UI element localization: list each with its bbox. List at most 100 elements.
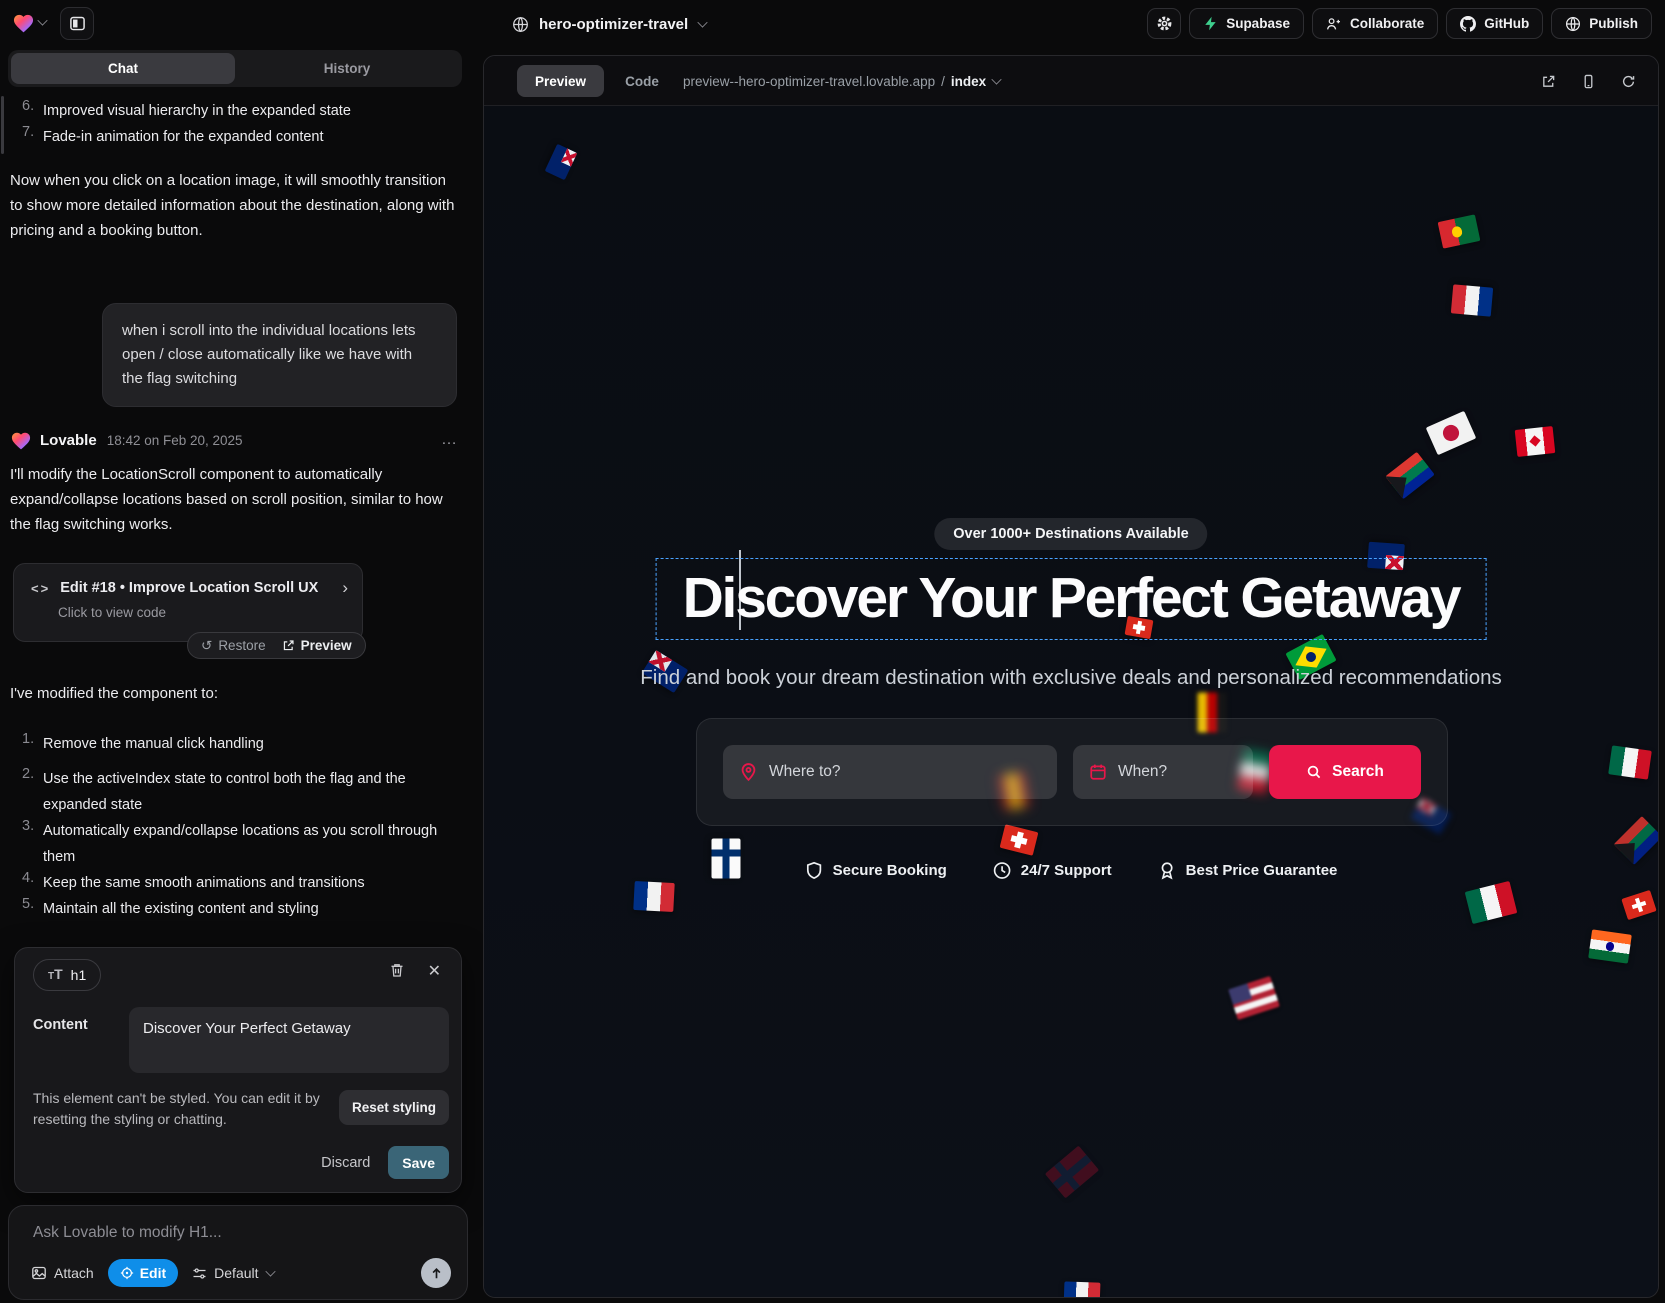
step-item: 4. Keep the same smooth animations and t… [22, 870, 454, 896]
delete-element-button[interactable] [389, 962, 405, 978]
tab-preview[interactable]: Preview [517, 65, 604, 97]
chevron-down-icon [698, 17, 708, 27]
chevron-down-icon [992, 74, 1002, 84]
flag-mexico-c [1608, 745, 1652, 779]
tab-history[interactable]: History [235, 53, 459, 84]
flag-france-b [633, 881, 674, 912]
flag-finland [712, 839, 741, 879]
open-in-new-tab-button[interactable] [1541, 74, 1556, 89]
flag-canada [1515, 426, 1556, 457]
mode-select[interactable]: Default [192, 1265, 274, 1281]
chat-scrollbar-thumb[interactable] [1, 96, 4, 154]
when-field[interactable] [1073, 745, 1253, 799]
search-card: Search [696, 718, 1448, 826]
target-icon [120, 1266, 134, 1280]
globe-icon [512, 16, 529, 33]
tab-chat[interactable]: Chat [11, 53, 235, 84]
restore-icon: ↺ [201, 638, 212, 654]
lovable-heart-icon [12, 12, 35, 33]
flag-mexico-b [1465, 881, 1518, 924]
chevron-down-icon [37, 15, 47, 25]
features-row: Secure Booking 24/7 Support [805, 861, 1338, 880]
settings-button[interactable] [1147, 8, 1181, 39]
supabase-bolt-icon [1203, 16, 1218, 31]
where-field[interactable] [723, 745, 1057, 799]
restore-button[interactable]: ↺ Restore [201, 638, 266, 654]
list-item: 7. Fade-in animation for the expanded co… [22, 124, 454, 150]
lovable-menu-button[interactable] [12, 12, 47, 33]
github-button[interactable]: GitHub [1446, 8, 1543, 39]
edit-mode-button[interactable]: Edit [108, 1259, 178, 1287]
collaborate-button[interactable]: Collaborate [1312, 8, 1438, 39]
message-timestamp: 18:42 on Feb 20, 2025 [107, 433, 243, 448]
where-input[interactable] [769, 763, 1041, 781]
preview-panel: Preview Code preview--hero-optimizer-tra… [483, 55, 1659, 1298]
assistant-paragraph: Now when you click on a location image, … [10, 168, 456, 243]
publish-button[interactable]: Publish [1551, 8, 1652, 39]
hero-heading[interactable]: Discover Your Perfect Getaway [683, 564, 1460, 634]
calendar-icon [1089, 763, 1107, 781]
tab-code[interactable]: Code [612, 65, 672, 97]
reset-styling-button[interactable]: Reset styling [339, 1090, 449, 1125]
preview-version-button[interactable]: Preview [282, 638, 352, 653]
step-item: 5. Maintain all the existing content and… [22, 896, 454, 922]
content-label: Content [33, 1017, 88, 1033]
edit-card-title: Edit #18 • Improve Location Scroll UX [60, 580, 318, 596]
feature-secure-booking: Secure Booking [805, 861, 947, 880]
assistant-message-header: Lovable 18:42 on Feb 20, 2025 … [10, 428, 458, 452]
refresh-icon [1621, 74, 1636, 89]
award-icon [1158, 861, 1177, 880]
feature-best-price: Best Price Guarantee [1158, 861, 1338, 880]
top-bar: hero-optimizer-travel Supabase [0, 0, 1665, 47]
message-menu-button[interactable]: … [441, 431, 458, 449]
save-button[interactable]: Save [388, 1146, 449, 1179]
attach-button[interactable]: Attach [31, 1265, 94, 1281]
modified-intro: I've modified the component to: [10, 681, 218, 706]
refresh-button[interactable] [1621, 74, 1636, 89]
url-page: index [951, 74, 986, 89]
flag-switzerland-c [1621, 890, 1656, 920]
project-switcher[interactable]: hero-optimizer-travel [512, 10, 707, 38]
composer-input[interactable] [33, 1218, 433, 1248]
flag-switzerland-b [1000, 824, 1039, 856]
chevron-down-icon [265, 1266, 275, 1276]
element-editor-panel: TT h1 ✕ Content Discover Your Perfect Ge… [14, 947, 462, 1193]
list-item: 6. Improved visual hierarchy in the expa… [22, 98, 454, 124]
preview-url[interactable]: preview--hero-optimizer-travel.lovable.a… [683, 65, 1001, 97]
send-button[interactable] [421, 1258, 451, 1288]
github-icon [1460, 16, 1476, 32]
edit-card-actions: ↺ Restore Preview [187, 632, 366, 659]
trash-icon [389, 962, 405, 978]
code-icon: <> [31, 581, 50, 596]
discard-button[interactable]: Discard [321, 1155, 370, 1171]
sidebar-toggle-button[interactable] [60, 7, 94, 40]
element-tag-pill[interactable]: TT h1 [33, 959, 101, 991]
preview-toolbar: Preview Code preview--hero-optimizer-tra… [484, 56, 1658, 106]
flag-south-africa [1385, 452, 1434, 499]
assistant-body: I'll modify the LocationScroll component… [10, 462, 460, 537]
people-icon [1326, 16, 1342, 32]
text-size-icon: TT [48, 966, 63, 984]
top-bar-actions: Supabase Collaborate GitHub [1147, 8, 1652, 39]
content-input[interactable]: Discover Your Perfect Getaway [129, 1007, 449, 1073]
location-pin-icon [739, 763, 758, 782]
chevron-right-icon: › [342, 578, 348, 598]
edit-version-card[interactable]: <> Edit #18 • Improve Location Scroll UX… [13, 563, 363, 642]
gear-icon [1156, 15, 1173, 32]
selected-element-outline[interactable]: Discover Your Perfect Getaway [656, 558, 1487, 640]
chat-history-tabs: Chat History [8, 50, 462, 87]
flag-portugal [1438, 214, 1481, 248]
element-tag-label: h1 [71, 967, 87, 983]
hero-preview: Over 1000+ Destinations Available Discov… [484, 106, 1658, 1298]
mobile-view-button[interactable] [1581, 74, 1596, 89]
supabase-button[interactable]: Supabase [1189, 8, 1304, 39]
feature-support: 24/7 Support [993, 861, 1112, 880]
assistant-name: Lovable [40, 432, 97, 449]
flag-france [1451, 284, 1493, 316]
when-input[interactable] [1118, 763, 1237, 781]
search-button[interactable]: Search [1269, 745, 1421, 799]
sliders-icon [192, 1266, 207, 1281]
close-icon[interactable]: ✕ [428, 961, 441, 981]
external-link-icon [282, 639, 295, 652]
step-item: 1. Remove the manual click handling [22, 731, 454, 757]
